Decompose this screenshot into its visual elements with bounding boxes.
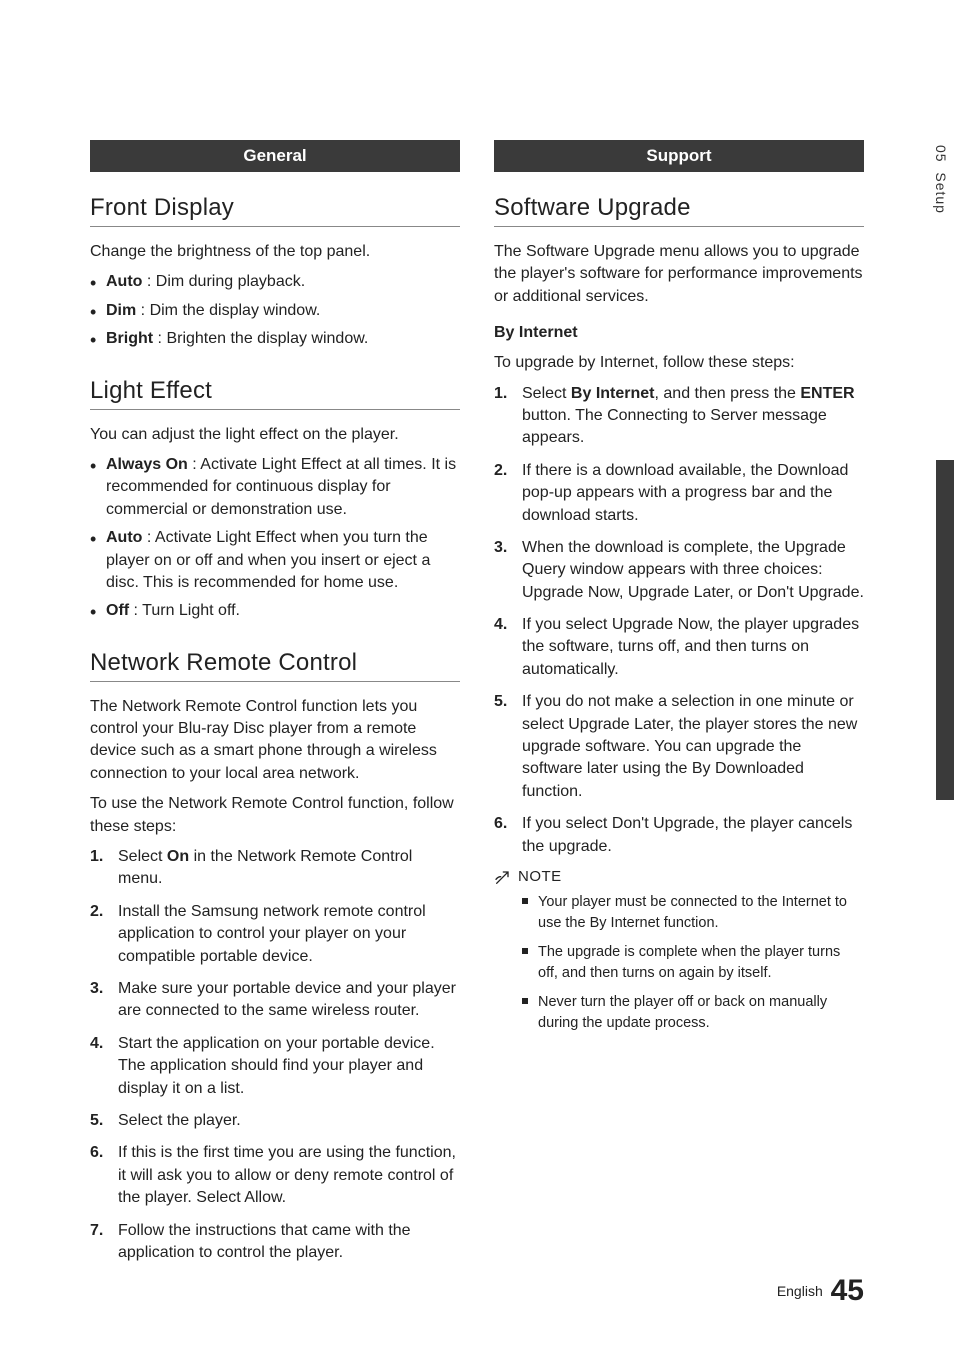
step-number: 4.	[494, 614, 507, 636]
step-number: 1.	[90, 846, 103, 868]
light-effect-intro: You can adjust the light effect on the p…	[90, 424, 460, 446]
step-text-bold: On	[167, 848, 189, 865]
step-number: 2.	[494, 460, 507, 482]
step-text-pre: Select	[118, 848, 167, 865]
subheading-by-internet: By Internet	[494, 324, 864, 342]
step-text: If there is a download available, the Do…	[522, 462, 848, 524]
note-item: Your player must be connected to the Int…	[522, 892, 864, 934]
step-item: 5. If you do not make a selection in one …	[494, 691, 864, 803]
list-item: Auto : Activate Light Effect when you tu…	[90, 527, 460, 594]
step-number: 4.	[90, 1033, 103, 1055]
list-item: Always On : Activate Light Effect at all…	[90, 454, 460, 521]
step-item: 1.Select On in the Network Remote Contro…	[90, 846, 460, 891]
option-desc: : Activate Light Effect when you turn th…	[106, 529, 430, 591]
step-item: 5. Select the player.	[90, 1110, 460, 1132]
heading-light-effect: Light Effect	[90, 377, 460, 410]
step-text-pre: Select	[522, 385, 571, 402]
step-text: If you do not make a selection in one mi…	[522, 693, 857, 800]
option-desc: : Brighten the display window.	[153, 330, 368, 347]
note-item: Never turn the player off or back on man…	[522, 992, 864, 1034]
step-number: 6.	[494, 813, 507, 835]
step-number: 7.	[90, 1220, 103, 1242]
footer-page-number: 45	[831, 1274, 864, 1307]
heading-software-upgrade: Software Upgrade	[494, 194, 864, 227]
software-upgrade-intro: The Software Upgrade menu allows you to …	[494, 241, 864, 308]
content-columns: General Front Display Change the brightn…	[90, 140, 864, 1274]
step-number: 1.	[494, 383, 507, 405]
step-text-bold1: By Internet	[571, 385, 655, 402]
step-number: 3.	[90, 978, 103, 1000]
step-text: If you select Don't Upgrade, the player …	[522, 815, 852, 854]
step-number: 5.	[90, 1110, 103, 1132]
step-text: If this is the first time you are using …	[118, 1144, 456, 1206]
option-label: Auto	[106, 273, 142, 290]
side-tab-label: 05 Setup	[930, 145, 950, 214]
network-remote-intro-2: To use the Network Remote Control functi…	[90, 793, 460, 838]
network-remote-steps: 1.Select On in the Network Remote Contro…	[90, 846, 460, 1264]
heading-network-remote: Network Remote Control	[90, 649, 460, 682]
step-text: If you select Upgrade Now, the player up…	[522, 616, 859, 678]
option-desc: : Dim during playback.	[142, 273, 305, 290]
step-text: Select the player.	[118, 1112, 241, 1129]
step-number: 6.	[90, 1142, 103, 1164]
by-internet-intro: To upgrade by Internet, follow these ste…	[494, 352, 864, 374]
note-label: NOTE	[518, 868, 562, 885]
step-text: Install the Samsung network remote contr…	[118, 903, 426, 965]
option-desc: : Turn Light off.	[129, 602, 240, 619]
note-icon	[494, 870, 510, 886]
footer-language: English	[777, 1283, 823, 1299]
step-item: 2. If there is a download available, the …	[494, 460, 864, 527]
network-remote-intro-1: The Network Remote Control function lets…	[90, 696, 460, 786]
step-item: 1. Select By Internet, and then press the…	[494, 383, 864, 450]
note-item: The upgrade is complete when the player …	[522, 942, 864, 984]
option-label: Always On	[106, 456, 188, 473]
heading-front-display: Front Display	[90, 194, 460, 227]
option-label: Auto	[106, 529, 142, 546]
step-item: 3. When the download is complete, the Upg…	[494, 537, 864, 604]
list-item: Auto : Dim during playback.	[90, 271, 460, 293]
list-item: Dim : Dim the display window.	[90, 300, 460, 322]
banner-general: General	[90, 140, 460, 172]
by-internet-steps: 1. Select By Internet, and then press the…	[494, 383, 864, 858]
step-text: Start the application on your portable d…	[118, 1035, 435, 1097]
step-number: 2.	[90, 901, 103, 923]
option-label: Bright	[106, 330, 153, 347]
light-effect-list: Always On : Activate Light Effect at all…	[90, 454, 460, 623]
step-text: When the download is complete, the Upgra…	[522, 539, 864, 601]
step-number: 5.	[494, 691, 507, 713]
step-item: 4. Start the application on your portable…	[90, 1033, 460, 1100]
step-text: Make sure your portable device and your …	[118, 980, 456, 1019]
front-display-intro: Change the brightness of the top panel.	[90, 241, 460, 263]
step-item: 4. If you select Upgrade Now, the player …	[494, 614, 864, 681]
step-text-mid: , and then press the	[655, 385, 801, 402]
step-number: 3.	[494, 537, 507, 559]
right-column: Support Software Upgrade The Software Up…	[494, 140, 864, 1274]
step-text: Follow the instructions that came with t…	[118, 1222, 411, 1261]
step-text-bold2: ENTER	[800, 385, 854, 402]
option-desc: : Dim the display window.	[136, 302, 320, 319]
step-item: 7. Follow the instructions that came with…	[90, 1220, 460, 1265]
option-label: Off	[106, 602, 129, 619]
option-label: Dim	[106, 302, 136, 319]
step-item: 6. If this is the first time you are usin…	[90, 1142, 460, 1209]
chapter-label: Setup	[933, 172, 949, 214]
note-list: Your player must be connected to the Int…	[522, 892, 864, 1034]
page-footer: English 45	[777, 1274, 864, 1308]
side-tab: 05 Setup	[930, 0, 954, 1354]
step-item: 3. Make sure your portable device and you…	[90, 978, 460, 1023]
list-item: Off : Turn Light off.	[90, 600, 460, 622]
list-item: Bright : Brighten the display window.	[90, 328, 460, 350]
chapter-number: 05	[933, 145, 949, 163]
front-display-list: Auto : Dim during playback. Dim : Dim th…	[90, 271, 460, 350]
side-tab-indicator	[936, 460, 954, 800]
banner-support: Support	[494, 140, 864, 172]
step-text-post: button. The Connecting to Server message…	[522, 407, 827, 446]
note-header: NOTE	[494, 868, 864, 886]
left-column: General Front Display Change the brightn…	[90, 140, 460, 1274]
step-item: 2. Install the Samsung network remote con…	[90, 901, 460, 968]
step-item: 6. If you select Don't Upgrade, the playe…	[494, 813, 864, 858]
